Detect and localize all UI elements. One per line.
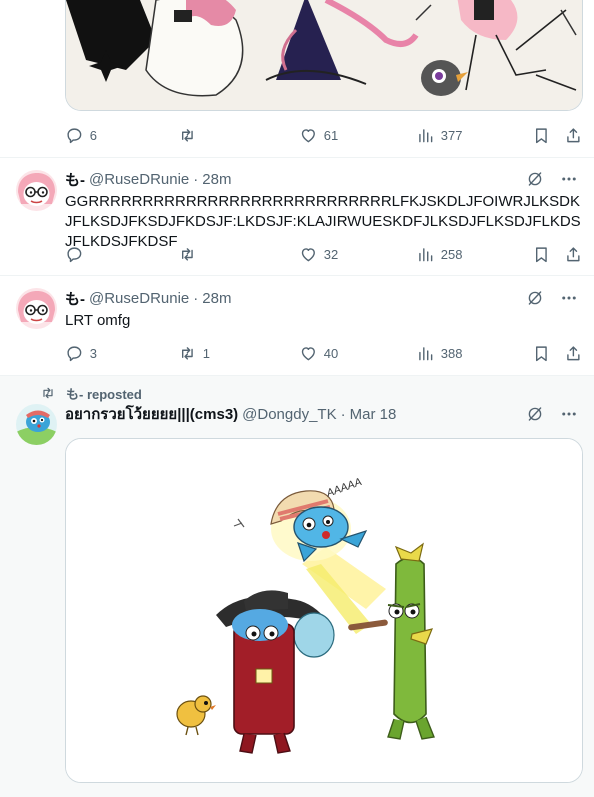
view-count: 258 [440,246,463,262]
tweet-article[interactable]: も- @RuseDRunie · 28m LRT omfg 3 1 40 388 [0,276,594,376]
repost-arrows-icon [178,126,197,145]
avatar-image [16,170,57,211]
reply-button[interactable]: 6 [65,125,97,145]
bookmark-button[interactable] [532,244,551,264]
avatar[interactable] [16,404,57,445]
bookmark-button[interactable] [532,125,551,145]
heart-icon [299,245,318,264]
user-handle[interactable]: @RuseDRunie [89,290,189,307]
separator-dot: · [340,405,346,423]
tweet-header: も- @RuseDRunie · 28m [65,288,578,308]
repost-count: 1 [202,345,210,361]
share-upload-icon [564,126,583,145]
tweet-actions: 32 258 [65,244,583,264]
repost-context-label: も- reposted [66,386,142,402]
tweet-article[interactable]: も- @RuseDRunie · 28m GGRRRRRRRRRRRRRRRRR… [0,158,594,276]
display-name[interactable]: อยากรวยโว้ยยยย|||(cms3) [65,402,238,426]
heart-icon [299,126,318,145]
heart-icon [299,344,318,363]
like-count: 40 [323,345,339,361]
reply-count: 3 [89,345,97,361]
more-dots-icon[interactable] [560,289,578,307]
speech-bubble-icon [65,126,84,145]
avatar-image [16,404,57,445]
share-upload-icon [564,344,583,363]
repost-button[interactable] [178,125,203,145]
tweet-text: GGRRRRRRRRRRRRRRRRRRRRRRRRRRRRLFKJSKDLJF… [65,193,581,250]
timestamp[interactable]: 28m [202,290,231,307]
bar-chart-icon [416,344,435,363]
view-count: 377 [440,127,463,143]
tweet-article[interactable]: も- reposted อยากรวยโว้ยยยย|||(cms3) @Don… [0,376,594,797]
bar-chart-icon [416,126,435,145]
user-handle[interactable]: @Dongdy_TK [242,406,336,423]
speech-bubble-icon [65,245,84,264]
tweet-media-illustration[interactable]: AAAAA [65,438,583,783]
grok-slash-circle-icon[interactable] [526,170,544,188]
reply-button[interactable]: 3 [65,343,97,363]
header-actions [526,169,578,189]
repost-button[interactable] [178,244,203,264]
tweet-header: อยากรวยโว้ยยยย|||(cms3) @Dongdy_TK · Mar… [65,404,578,424]
tweet-actions: 6 61 377 [65,125,583,145]
tweet-header: も- @RuseDRunie · 28m [65,169,578,189]
share-button[interactable] [564,244,583,264]
share-upload-icon [564,245,583,264]
views-button[interactable]: 377 [416,125,462,145]
bookmark-icon [532,126,551,145]
like-count: 32 [323,246,339,262]
user-handle[interactable]: @RuseDRunie [89,171,189,188]
view-count: 388 [440,345,463,361]
header-actions [526,288,578,308]
more-dots-icon[interactable] [560,170,578,188]
grok-slash-circle-icon[interactable] [526,405,544,423]
display-name[interactable]: も- [65,288,85,309]
tweet-article[interactable]: 6 61 377 [0,0,594,158]
repost-context[interactable]: も- reposted [40,384,142,402]
like-button[interactable]: 61 [299,125,338,145]
like-button[interactable]: 32 [299,244,338,264]
avatar[interactable] [16,288,57,329]
share-button[interactable] [564,343,583,363]
cartoon-illustration: AAAAA [66,439,582,782]
sketch-illustration [66,0,582,110]
tweet-actions: 3 1 40 388 [65,343,583,363]
reply-button[interactable] [65,244,90,264]
like-count: 61 [323,127,339,143]
bookmark-icon [532,245,551,264]
like-button[interactable]: 40 [299,343,338,363]
separator-dot: · [193,170,199,188]
avatar[interactable] [16,170,57,211]
bookmark-button[interactable] [532,343,551,363]
share-button[interactable] [564,125,583,145]
views-button[interactable]: 388 [416,343,462,363]
timestamp[interactable]: 28m [202,171,231,188]
repost-arrows-icon [40,385,56,401]
speech-bubble-icon [65,344,84,363]
tweet-media-drawing[interactable] [65,0,583,111]
repost-arrows-icon [178,344,197,363]
avatar-image [16,288,57,329]
timestamp[interactable]: Mar 18 [350,406,397,423]
repost-arrows-icon [178,245,197,264]
bar-chart-icon [416,245,435,264]
tweet-text: LRT omfg [65,312,131,329]
views-button[interactable]: 258 [416,244,462,264]
more-dots-icon[interactable] [560,405,578,423]
bookmark-icon [532,344,551,363]
grok-slash-circle-icon[interactable] [526,289,544,307]
header-actions [526,404,578,424]
display-name[interactable]: も- [65,169,85,190]
repost-button[interactable]: 1 [178,343,210,363]
separator-dot: · [193,289,199,307]
reply-count: 6 [89,127,97,143]
